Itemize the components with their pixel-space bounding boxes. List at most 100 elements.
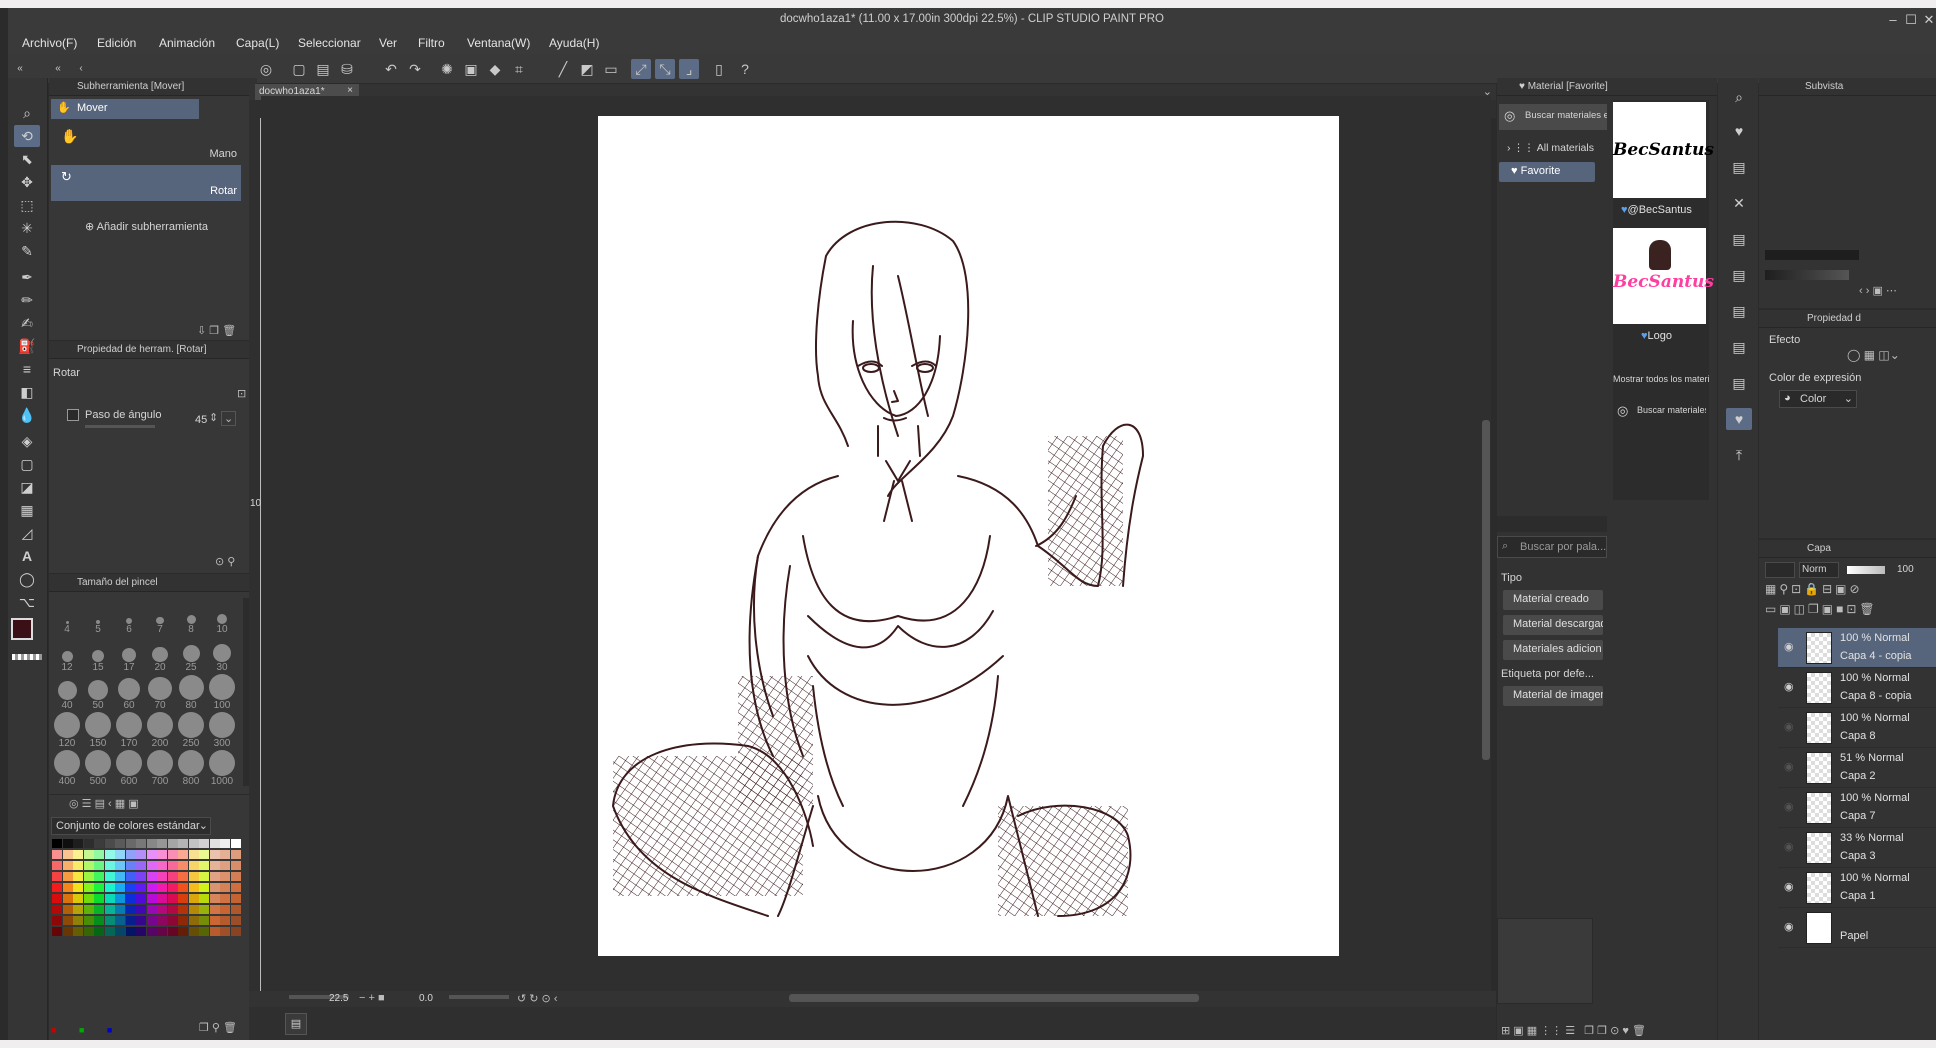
color-swatch[interactable] (157, 883, 167, 892)
color-swatch[interactable] (115, 883, 125, 892)
color-swatch[interactable] (115, 861, 125, 870)
color-swatch[interactable] (104, 927, 115, 936)
visibility-eye-icon[interactable]: ◉ (1784, 640, 1794, 653)
color-swatch[interactable] (188, 905, 199, 914)
color-swatch[interactable] (220, 861, 230, 870)
color-swatch[interactable] (220, 839, 230, 848)
ruler-tool-icon[interactable]: ◿ (14, 522, 40, 544)
move-tool-icon[interactable]: ⟲ (14, 125, 40, 147)
color-swatch[interactable] (125, 883, 136, 892)
brush-size-option[interactable]: 500 (84, 750, 112, 787)
panel-icon-9[interactable]: ▤ (1726, 372, 1752, 394)
color-swatch[interactable] (52, 927, 62, 936)
color-swatch[interactable] (73, 861, 83, 870)
ruler-icon[interactable]: ╱ (553, 59, 573, 79)
tool-property-actions[interactable]: ⊙ ⚲ (215, 555, 235, 568)
snap-grid-icon[interactable]: ⌟ (679, 59, 699, 79)
layer-toolbar-1[interactable]: ▦⚲⊡🔒⊟▣⊘ (1765, 582, 1863, 596)
color-swatch[interactable] (94, 905, 104, 914)
color-swatch[interactable] (125, 894, 136, 903)
color-swatch[interactable] (178, 839, 188, 848)
angle-slider[interactable] (85, 425, 155, 428)
color-swatch[interactable] (199, 916, 209, 925)
color-swatch[interactable] (178, 861, 188, 870)
panel-icon-8[interactable]: ▤ (1726, 336, 1752, 358)
pencil-icon[interactable]: ✏ (14, 289, 40, 311)
color-swatch[interactable] (199, 883, 209, 892)
color-swatch[interactable] (62, 905, 73, 914)
color-swatch[interactable] (52, 883, 62, 892)
opacity-value[interactable]: 100 (1897, 564, 1914, 575)
zoom-icon[interactable]: ⌕ (14, 102, 40, 124)
color-swatch[interactable] (115, 927, 125, 936)
subtool-item-mano[interactable]: ✋ Mano (51, 124, 241, 164)
brush-size-option[interactable]: 30 (208, 636, 236, 673)
color-swatch[interactable] (83, 927, 94, 936)
horizontal-scrollbar[interactable] (789, 994, 1199, 1002)
brush-size-option[interactable]: 70 (146, 674, 174, 711)
transform-icon[interactable]: ▣ (461, 59, 481, 79)
layer-row[interactable]: ◉ 51 % Normal Capa 2 (1778, 748, 1936, 788)
visibility-eye-icon[interactable]: ◉ (1784, 880, 1794, 893)
color-swatch[interactable] (115, 905, 125, 914)
color-swatch[interactable] (167, 839, 178, 848)
menu-archivo[interactable]: Archivo(F) (22, 36, 77, 50)
color-set-select[interactable]: Conjunto de colores estándar ⌄ (51, 817, 211, 835)
material-panel-icon[interactable]: ♥ (1726, 120, 1752, 142)
color-swatch[interactable] (62, 861, 73, 870)
color-swatch[interactable] (115, 872, 125, 881)
eraser-icon[interactable]: ◧ (14, 381, 40, 403)
color-swatch[interactable] (220, 872, 230, 881)
color-swatch[interactable] (157, 927, 167, 936)
color-swatch[interactable] (230, 850, 241, 859)
brush-icon[interactable]: ✍ (14, 312, 40, 334)
brush-size-option[interactable]: 40 (53, 674, 81, 711)
color-swatch[interactable] (73, 883, 83, 892)
panel-icon-3[interactable]: ▤ (1726, 156, 1752, 178)
blend-icon[interactable]: 💧 (14, 404, 40, 426)
lock-icon[interactable]: ⊡ (237, 387, 246, 400)
color-swatch[interactable] (157, 850, 167, 859)
operation-icon[interactable]: ⬉ (14, 148, 40, 170)
visibility-eye-icon[interactable]: ◉ (1784, 840, 1794, 853)
layer-row[interactable]: ◉ 100 % Normal Capa 1 (1778, 868, 1936, 908)
brush-size-option[interactable]: 300 (208, 712, 236, 749)
color-swatch[interactable] (52, 850, 62, 859)
layer-row[interactable]: ◉ 100 % Normal Capa 8 - copia (1778, 668, 1936, 708)
panel-icon-6[interactable]: ▤ (1726, 264, 1752, 286)
color-swatch[interactable] (62, 894, 73, 903)
color-swatch[interactable] (209, 894, 220, 903)
layer-row[interactable]: ◉ 33 % Normal Capa 3 (1778, 828, 1936, 868)
color-swatch[interactable] (188, 872, 199, 881)
expression-color-select[interactable]: ◕ Color ⌄ (1779, 390, 1857, 408)
search-more-materials[interactable]: ◎ Buscar materiales (1613, 400, 1706, 422)
color-swatch[interactable] (52, 905, 62, 914)
brush-size-option[interactable]: 200 (146, 712, 174, 749)
color-swatch[interactable] (104, 916, 115, 925)
color-swatch[interactable] (167, 883, 178, 892)
layer-row[interactable]: ◉ 100 % Normal Capa 7 (1778, 788, 1936, 828)
color-swatch[interactable] (146, 894, 157, 903)
tipo-materiales-adicionales[interactable]: Materiales adicion (1503, 640, 1603, 660)
color-swatch[interactable] (136, 927, 146, 936)
color-swatch[interactable] (209, 927, 220, 936)
color-swatch[interactable] (146, 927, 157, 936)
color-swatch[interactable] (104, 839, 115, 848)
color-swatch[interactable] (209, 916, 220, 925)
color-swatch[interactable] (62, 839, 73, 848)
color-swatch[interactable] (146, 850, 157, 859)
color-swatch[interactable] (73, 850, 83, 859)
color-swatch[interactable] (209, 905, 220, 914)
layer-row[interactable]: ◉ Papel (1778, 908, 1936, 948)
visibility-eye-icon[interactable]: ◉ (1784, 800, 1794, 813)
redo-icon[interactable]: ↷ (405, 59, 425, 79)
color-swatch[interactable] (230, 894, 241, 903)
color-swatch[interactable] (136, 883, 146, 892)
color-swatch[interactable] (73, 894, 83, 903)
color-swatch[interactable] (199, 861, 209, 870)
color-swatch[interactable] (167, 850, 178, 859)
color-swatch[interactable] (94, 861, 104, 870)
tablet-icon[interactable]: ▯ (709, 59, 729, 79)
menu-edicion[interactable]: Edición (97, 36, 136, 50)
color-swatch[interactable] (52, 872, 62, 881)
